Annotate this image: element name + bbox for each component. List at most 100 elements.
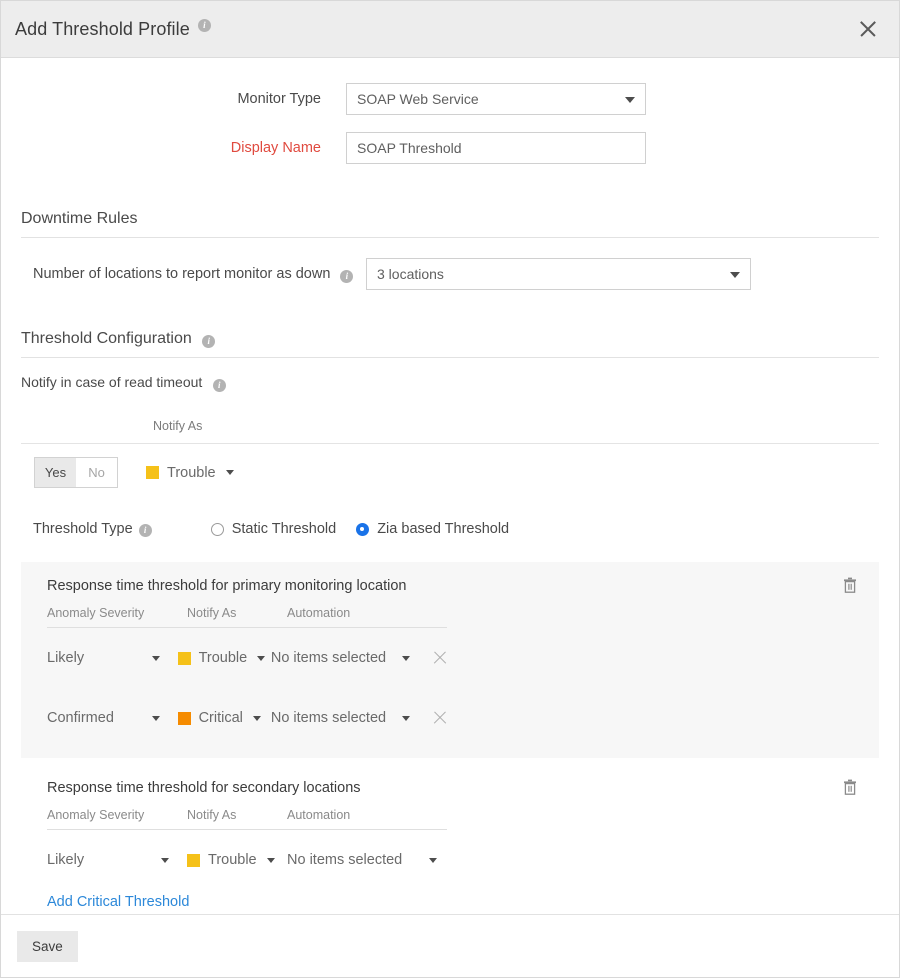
save-button[interactable]: Save — [17, 931, 78, 962]
threshold-card-primary-title: Response time threshold for primary moni… — [47, 578, 861, 594]
anomaly-severity-value: Likely — [47, 852, 84, 868]
chevron-down-icon — [152, 716, 160, 721]
notify-as-value: Trouble — [199, 650, 248, 666]
anomaly-severity-select[interactable]: Likely — [47, 852, 187, 868]
locations-value: 3 locations — [377, 266, 444, 282]
automation-select[interactable]: No items selected — [271, 710, 420, 726]
add-critical-threshold-link[interactable]: Add Critical Threshold — [47, 894, 189, 910]
column-header-notify-as: Notify As — [187, 606, 287, 620]
notify-toggle-row: Yes No Trouble — [21, 457, 879, 488]
chevron-down-icon — [429, 858, 437, 863]
notify-as-value: Trouble — [208, 852, 257, 868]
radio-icon-selected — [356, 523, 369, 536]
monitor-type-select[interactable]: SOAP Web Service — [346, 83, 646, 115]
toggle-no-option[interactable]: No — [76, 458, 117, 487]
threshold-card-secondary: Response time threshold for secondary lo… — [21, 764, 879, 914]
downtime-rules-section: Downtime Rules — [21, 210, 879, 238]
automation-select[interactable]: No items selected — [287, 852, 447, 868]
table-row: Likely Trouble No items selected — [47, 628, 447, 688]
severity-color-swatch — [178, 712, 191, 725]
chevron-down-icon — [257, 656, 265, 661]
notify-as-select[interactable]: Trouble — [187, 852, 287, 868]
chevron-down-icon — [402, 716, 410, 721]
display-name-field[interactable]: SOAP Threshold — [346, 132, 646, 164]
locations-info-icon[interactable]: i — [340, 270, 353, 283]
add-threshold-profile-dialog: Add Threshold Profile i Monitor Type SOA… — [0, 0, 900, 978]
threshold-card-primary: Response time threshold for primary moni… — [21, 562, 879, 758]
anomaly-severity-select[interactable]: Confirmed — [47, 710, 178, 726]
column-header-automation: Automation — [287, 606, 447, 620]
severity-color-swatch — [146, 466, 159, 479]
read-timeout-notify-as-select[interactable]: Trouble — [146, 465, 234, 481]
notify-as-select[interactable]: Trouble — [178, 650, 271, 666]
chevron-down-icon — [253, 716, 261, 721]
monitor-type-label: Monitor Type — [1, 91, 346, 107]
locations-row: Number of locations to report monitor as… — [21, 258, 879, 290]
display-name-label: Display Name — [1, 140, 346, 156]
trash-icon[interactable] — [843, 779, 857, 795]
severity-color-swatch — [178, 652, 191, 665]
dialog-footer: Save — [1, 914, 899, 977]
remove-row-icon[interactable] — [432, 650, 447, 666]
threshold-configuration-section: Threshold Configuration i — [21, 330, 879, 358]
trash-icon[interactable] — [843, 577, 857, 593]
radio-icon — [211, 523, 224, 536]
table-row: Likely Trouble No items selected — [47, 830, 447, 890]
anomaly-severity-value: Likely — [47, 650, 84, 666]
threshold-configuration-heading-text: Threshold Configuration — [21, 330, 192, 347]
radio-static-threshold-label: Static Threshold — [232, 521, 337, 537]
severity-color-swatch — [187, 854, 200, 867]
threshold-type-info-icon[interactable]: i — [139, 524, 152, 537]
downtime-rules-heading: Downtime Rules — [21, 210, 879, 238]
column-header-notify-as: Notify As — [187, 808, 287, 822]
anomaly-severity-value: Confirmed — [47, 710, 114, 726]
locations-label: Number of locations to report monitor as… — [21, 266, 366, 282]
radio-zia-based-threshold-label: Zia based Threshold — [377, 521, 509, 537]
anomaly-severity-select[interactable]: Likely — [47, 650, 178, 666]
display-name-value: SOAP Threshold — [357, 140, 462, 156]
remove-row-icon[interactable] — [432, 710, 447, 726]
threshold-type-row: Threshold Type i Static Threshold Zia ba… — [21, 521, 879, 537]
toggle-yes-option[interactable]: Yes — [35, 458, 76, 487]
read-timeout-notify-as-value: Trouble — [167, 465, 216, 481]
read-timeout-toggle[interactable]: Yes No — [34, 457, 118, 488]
read-timeout-label: Notify in case of read timeout — [21, 374, 202, 390]
column-header-anomaly-severity: Anomaly Severity — [47, 606, 187, 620]
table-row: Confirmed Critical No items selected — [47, 688, 447, 748]
title-info-icon[interactable]: i — [198, 19, 211, 32]
chevron-down-icon — [267, 858, 275, 863]
locations-label-text: Number of locations to report monitor as… — [33, 266, 330, 282]
display-name-row: Display Name SOAP Threshold — [1, 132, 899, 164]
threshold-type-label: Threshold Type — [21, 521, 133, 537]
page-title: Add Threshold Profile — [15, 19, 190, 40]
notify-as-value: Critical — [199, 710, 243, 726]
threshold-grid-secondary: Anomaly Severity Notify As Automation Li… — [47, 808, 447, 890]
notify-as-select[interactable]: Critical — [178, 710, 271, 726]
column-header-anomaly-severity: Anomaly Severity — [47, 808, 187, 822]
monitor-type-row: Monitor Type SOAP Web Service — [1, 83, 899, 115]
chevron-down-icon — [402, 656, 410, 661]
chevron-down-icon — [625, 97, 635, 103]
close-icon[interactable] — [855, 16, 881, 42]
chevron-down-icon — [161, 858, 169, 863]
read-timeout-row: Notify in case of read timeout i — [21, 374, 879, 392]
chevron-down-icon — [730, 272, 740, 278]
threshold-card-secondary-title: Response time threshold for secondary lo… — [47, 780, 861, 796]
radio-zia-based-threshold[interactable]: Zia based Threshold — [356, 521, 509, 537]
column-header-automation: Automation — [287, 808, 447, 822]
notify-as-header-label: Notify As — [153, 419, 202, 433]
radio-static-threshold[interactable]: Static Threshold — [211, 521, 337, 537]
threshold-configuration-heading: Threshold Configuration i — [21, 330, 879, 358]
locations-select[interactable]: 3 locations — [366, 258, 751, 290]
threshold-configuration-info-icon[interactable]: i — [202, 335, 215, 348]
dialog-body: Monitor Type SOAP Web Service Display Na… — [1, 58, 899, 914]
table-header: Anomaly Severity Notify As Automation — [47, 808, 447, 830]
automation-select[interactable]: No items selected — [271, 650, 420, 666]
monitor-type-value: SOAP Web Service — [357, 91, 479, 107]
threshold-grid-primary: Anomaly Severity Notify As Automation Li… — [47, 606, 447, 748]
dialog-titlebar: Add Threshold Profile i — [1, 1, 899, 58]
table-header: Anomaly Severity Notify As Automation — [47, 606, 447, 628]
automation-value: No items selected — [271, 650, 386, 666]
chevron-down-icon — [226, 470, 234, 475]
read-timeout-info-icon[interactable]: i — [213, 379, 226, 392]
